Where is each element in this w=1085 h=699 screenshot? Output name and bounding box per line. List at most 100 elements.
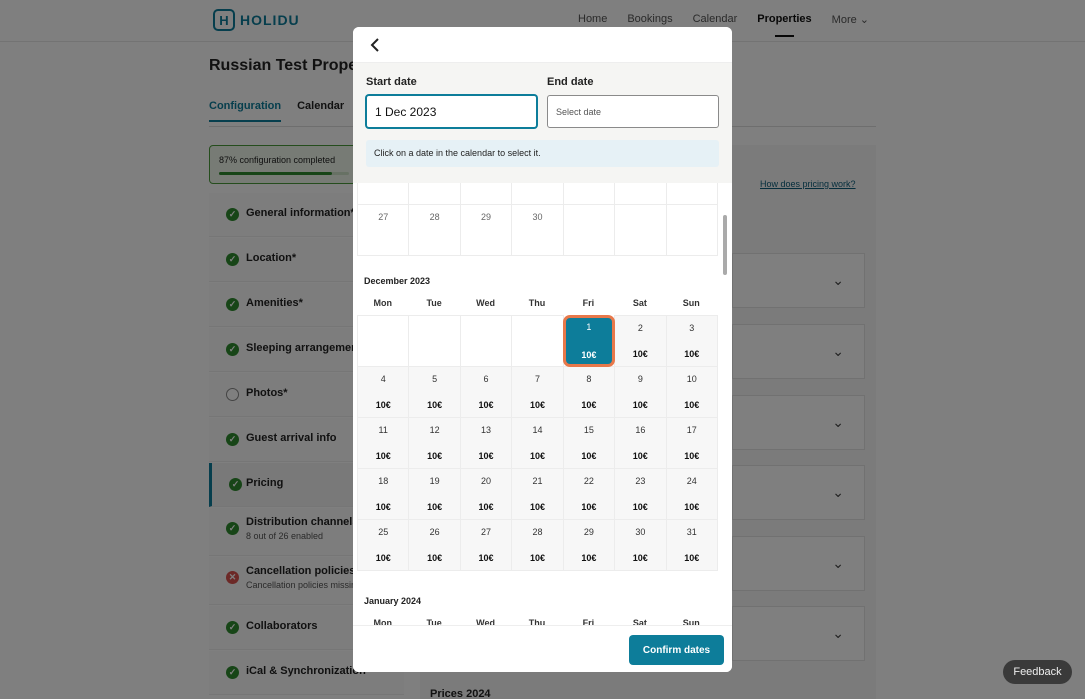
weekday-label: Thu xyxy=(528,298,546,308)
calendar-day[interactable]: 21 10€ xyxy=(511,468,564,520)
start-date-input[interactable] xyxy=(366,95,537,128)
calendar-day[interactable]: 14 10€ xyxy=(511,417,564,469)
calendar-day-empty xyxy=(562,183,616,205)
calendar-day-empty xyxy=(562,204,616,256)
calendar-day[interactable]: 27 10€ xyxy=(459,519,513,571)
calendar-day[interactable]: 25 10€ xyxy=(357,519,410,571)
calendar-day[interactable]: 16 10€ xyxy=(614,417,667,469)
calendar-day: 30 xyxy=(511,204,564,256)
day-number: 19 xyxy=(429,476,440,486)
calendar-day[interactable]: 4 10€ xyxy=(357,366,410,418)
calendar-day[interactable]: 6 10€ xyxy=(459,366,513,418)
calendar-day-empty xyxy=(408,183,461,205)
calendar-day[interactable]: 31 10€ xyxy=(665,519,718,571)
calendar-scroll-area[interactable]: 27 28 29 30 December 2023 Mon Tue Wed Thu Fri Sa… xyxy=(353,183,732,625)
day-number: 15 xyxy=(583,425,594,435)
start-date-label: Start date xyxy=(366,76,417,88)
calendar-day[interactable]: 24 10€ xyxy=(665,468,718,520)
calendar-day[interactable]: 3 10€ xyxy=(665,315,718,367)
november-grid: 27 28 29 30 xyxy=(357,183,718,256)
calendar-scrollbar[interactable] xyxy=(723,215,727,275)
day-number: 16 xyxy=(635,425,646,435)
day-price: 10€ xyxy=(529,553,545,563)
weekday-label: Wed xyxy=(476,298,495,308)
day-price: 10€ xyxy=(427,553,443,563)
feedback-button[interactable]: Feedback xyxy=(1003,660,1072,684)
calendar-day[interactable]: 12 10€ xyxy=(408,417,461,469)
calendar-day[interactable]: 18 10€ xyxy=(357,468,410,520)
day-number: 29 xyxy=(583,527,594,537)
calendar-day-empty xyxy=(408,315,461,367)
modal-footer: Confirm dates xyxy=(353,625,732,672)
calendar-day-empty xyxy=(614,183,667,205)
day-price: 10€ xyxy=(529,451,545,461)
calendar-day[interactable]: 30 10€ xyxy=(614,519,667,571)
day-number: 10 xyxy=(686,374,697,384)
calendar-day[interactable]: 15 10€ xyxy=(562,417,616,469)
calendar-day-empty xyxy=(459,315,513,367)
day-number: 29 xyxy=(481,212,492,222)
day-number: 6 xyxy=(483,374,489,384)
calendar-day[interactable]: 9 10€ xyxy=(614,366,667,418)
calendar-day[interactable]: 2 10€ xyxy=(614,315,667,367)
weekday-label: Tue xyxy=(426,298,442,308)
weekday-label: Thu xyxy=(528,618,546,625)
calendar-day: 27 xyxy=(357,204,410,256)
day-number: 4 xyxy=(380,374,386,384)
day-number: 24 xyxy=(686,476,697,486)
calendar-day[interactable]: 26 10€ xyxy=(408,519,461,571)
calendar-day[interactable]: 11 10€ xyxy=(357,417,410,469)
day-price: 10€ xyxy=(427,502,443,512)
day-number: 18 xyxy=(378,476,389,486)
calendar-hint: Click on a date in the calendar to selec… xyxy=(366,140,719,167)
calendar-day[interactable]: 5 10€ xyxy=(408,366,461,418)
calendar-day[interactable]: 19 10€ xyxy=(408,468,461,520)
weekday-label: Sun xyxy=(682,298,700,308)
day-price: 10€ xyxy=(632,400,648,410)
day-number: 30 xyxy=(635,527,646,537)
day-price: 10€ xyxy=(684,400,700,410)
calendar-day[interactable]: 8 10€ xyxy=(562,366,616,418)
month-title-january: January 2024 xyxy=(364,596,422,606)
calendar-day[interactable]: 23 10€ xyxy=(614,468,667,520)
day-price: 10€ xyxy=(632,502,648,512)
day-number: 26 xyxy=(429,527,440,537)
day-number: 28 xyxy=(532,527,543,537)
day-number: 27 xyxy=(378,212,389,222)
calendar-day[interactable]: 7 10€ xyxy=(511,366,564,418)
day-number: 21 xyxy=(532,476,543,486)
calendar-day-empty xyxy=(665,204,718,256)
calendar-day[interactable]: 10 10€ xyxy=(665,366,718,418)
day-price: 10€ xyxy=(684,451,700,461)
day-number: 27 xyxy=(481,527,492,537)
day-price: 10€ xyxy=(632,553,648,563)
calendar-day-empty xyxy=(511,315,564,367)
calendar-day-empty xyxy=(511,183,564,205)
weekday-header: Mon Tue Wed Thu Fri Sat Sun xyxy=(357,618,717,625)
calendar-day-selected[interactable]: 1 10€ xyxy=(562,315,616,367)
day-price: 10€ xyxy=(375,451,391,461)
calendar-day[interactable]: 13 10€ xyxy=(459,417,513,469)
day-price: 10€ xyxy=(529,502,545,512)
day-price: 10€ xyxy=(478,451,494,461)
calendar-day-empty xyxy=(665,183,718,205)
day-price: 10€ xyxy=(478,502,494,512)
day-price: 10€ xyxy=(581,451,597,461)
weekday-label: Sat xyxy=(632,618,647,625)
end-date-input[interactable] xyxy=(547,95,719,128)
day-number: 28 xyxy=(429,212,440,222)
day-price: 10€ xyxy=(375,400,391,410)
calendar-day-empty xyxy=(357,315,410,367)
day-number: 5 xyxy=(432,374,438,384)
day-number: 8 xyxy=(586,374,592,384)
calendar-day[interactable]: 29 10€ xyxy=(562,519,616,571)
day-price: 10€ xyxy=(478,400,494,410)
confirm-dates-button[interactable]: Confirm dates xyxy=(629,635,724,665)
calendar-day[interactable]: 17 10€ xyxy=(665,417,718,469)
calendar-day[interactable]: 22 10€ xyxy=(562,468,616,520)
day-number: 3 xyxy=(689,323,695,333)
calendar-day[interactable]: 28 10€ xyxy=(511,519,564,571)
calendar-day[interactable]: 20 10€ xyxy=(459,468,513,520)
weekday-label: Wed xyxy=(476,618,495,625)
back-icon[interactable] xyxy=(365,35,385,55)
